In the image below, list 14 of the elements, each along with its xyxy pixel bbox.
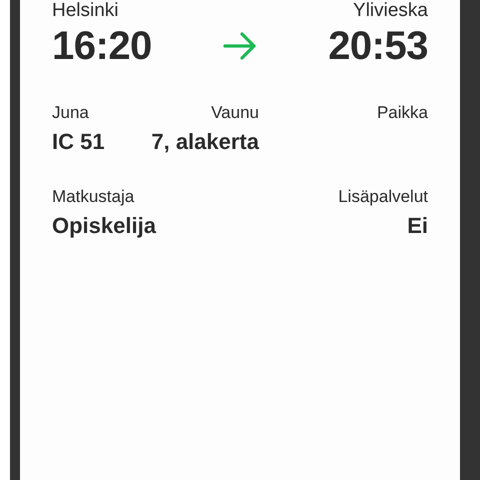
station-name: Helsinki xyxy=(52,0,119,22)
field-label: Paikka xyxy=(376,103,428,123)
field-label: Matkustaja xyxy=(52,187,134,207)
departure-time: 16:20 xyxy=(52,23,152,70)
arrow-right-icon xyxy=(223,31,257,61)
arrival-time: 20:53 xyxy=(328,23,428,70)
field-label: Juna xyxy=(52,103,89,123)
field-value: Ei xyxy=(407,213,428,239)
field-value: Opiskelija xyxy=(52,213,156,239)
field-label: Lisäpalvelut xyxy=(338,187,428,207)
field-value: IC 51 xyxy=(52,129,105,155)
field-label: Vaunu xyxy=(211,103,259,123)
field-value: 7, alakerta xyxy=(151,129,259,155)
station-name: Ylivieska xyxy=(353,0,428,22)
